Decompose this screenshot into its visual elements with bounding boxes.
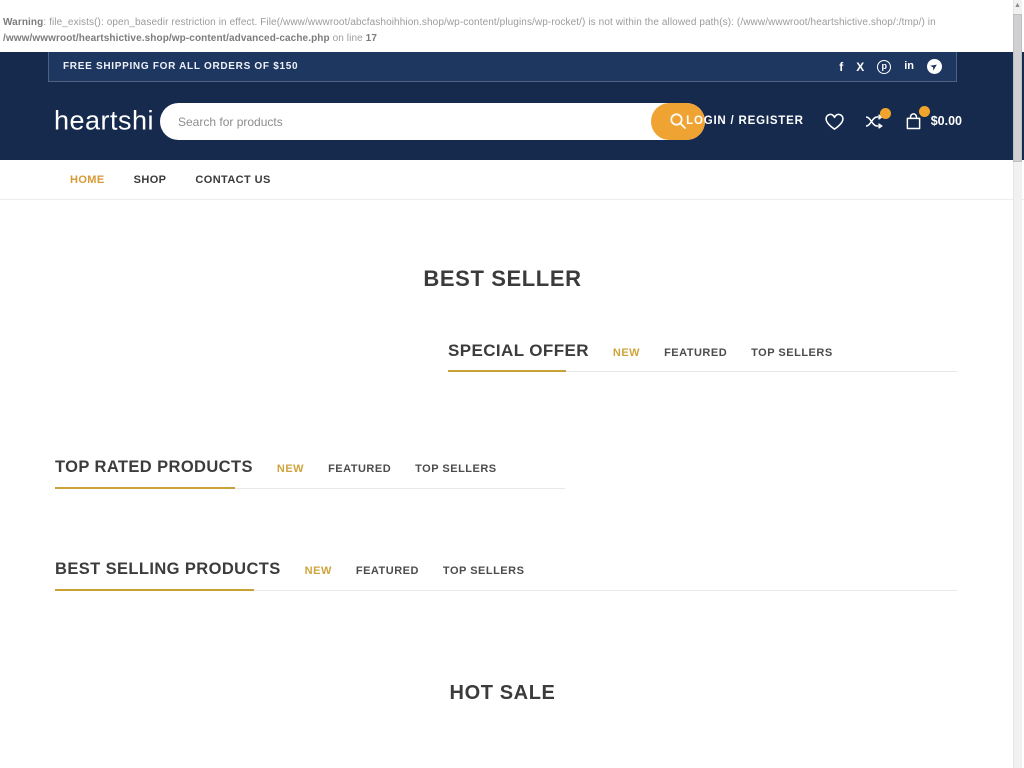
cart-button[interactable]: $0.00 — [904, 112, 962, 131]
top-rated-active-underline — [55, 487, 235, 489]
telegram-glyph: ➤ — [929, 61, 939, 71]
main-nav: HOME SHOP CONTACT US — [0, 160, 1024, 200]
cart-icon-wrap — [904, 112, 923, 131]
special-offer-section: SPECIAL OFFER NEW FEATURED TOP SELLERS — [448, 341, 957, 361]
free-shipping-message: FREE SHIPPING FOR ALL ORDERS OF $150 — [63, 61, 298, 72]
warning-label: Warning — [3, 17, 43, 28]
telegram-icon[interactable]: ➤ — [927, 59, 942, 74]
topbar-container: FREE SHIPPING FOR ALL ORDERS OF $150 f X… — [48, 52, 957, 82]
login-register-link[interactable]: LOGIN / REGISTER — [686, 115, 804, 127]
site-logo[interactable]: heartshi — [54, 106, 154, 137]
search-input[interactable] — [178, 103, 638, 140]
special-offer-title: SPECIAL OFFER — [448, 341, 589, 361]
search-bar — [160, 103, 705, 140]
best-selling-tab-featured[interactable]: FEATURED — [356, 565, 419, 577]
search-icon — [669, 112, 688, 131]
topbar: FREE SHIPPING FOR ALL ORDERS OF $150 f X… — [0, 52, 1024, 82]
best-seller-heading: BEST SELLER — [48, 266, 957, 292]
x-twitter-icon[interactable]: X — [856, 61, 864, 73]
wishlist-button[interactable] — [824, 112, 845, 131]
compare-button[interactable] — [865, 114, 884, 129]
cart-total: $0.00 — [931, 114, 962, 128]
heart-icon — [824, 112, 845, 131]
php-warning: Warning: file_exists(): open_basedir res… — [3, 15, 1005, 47]
top-rated-tab-new[interactable]: NEW — [277, 463, 304, 475]
scrollbar-up-arrow[interactable]: ▲ — [1013, 2, 1022, 9]
special-offer-tab-featured[interactable]: FEATURED — [664, 347, 727, 359]
top-rated-tab-top-sellers[interactable]: TOP SELLERS — [415, 463, 497, 475]
pinterest-icon[interactable]: p — [877, 60, 891, 74]
best-selling-active-underline — [55, 589, 254, 591]
special-offer-tab-top-sellers[interactable]: TOP SELLERS — [751, 347, 833, 359]
special-offer-active-underline — [448, 370, 566, 372]
facebook-icon[interactable]: f — [839, 61, 843, 73]
page: Warning: file_exists(): open_basedir res… — [0, 0, 1024, 768]
nav-item-home[interactable]: HOME — [70, 174, 105, 186]
best-selling-head: BEST SELLING PRODUCTS NEW FEATURED TOP S… — [55, 560, 957, 579]
header-actions: LOGIN / REGISTER — [686, 82, 962, 160]
social-links: f X p in ➤ — [839, 59, 942, 74]
top-rated-head: TOP RATED PRODUCTS NEW FEATURED TOP SELL… — [55, 458, 565, 477]
scrollbar-thumb[interactable] — [1013, 14, 1022, 162]
best-selling-tab-new[interactable]: NEW — [305, 565, 332, 577]
compare-count-badge — [880, 108, 891, 119]
special-offer-head: SPECIAL OFFER NEW FEATURED TOP SELLERS — [448, 341, 957, 361]
nav-item-shop[interactable]: SHOP — [134, 174, 167, 186]
top-rated-section: TOP RATED PRODUCTS NEW FEATURED TOP SELL… — [55, 458, 565, 477]
warning-file-path: /www/wwwroot/heartshictive.shop/wp-conte… — [3, 33, 330, 44]
nav-item-contact-us[interactable]: CONTACT US — [195, 174, 270, 186]
warning-message: : file_exists(): open_basedir restrictio… — [43, 17, 935, 28]
special-offer-tab-new[interactable]: NEW — [613, 347, 640, 359]
warning-suffix: on line — [330, 33, 366, 44]
best-selling-section: BEST SELLING PRODUCTS NEW FEATURED TOP S… — [55, 560, 957, 579]
hot-sale-heading: HOT SALE — [48, 682, 957, 705]
top-rated-tab-featured[interactable]: FEATURED — [328, 463, 391, 475]
top-rated-title: TOP RATED PRODUCTS — [55, 458, 253, 477]
best-selling-tab-top-sellers[interactable]: TOP SELLERS — [443, 565, 525, 577]
best-selling-title: BEST SELLING PRODUCTS — [55, 560, 281, 579]
site-header: heartshi LOGIN / REGISTER — [0, 82, 1024, 160]
linkedin-icon[interactable]: in — [904, 61, 914, 72]
cart-count-badge — [919, 106, 930, 117]
warning-line-number: 17 — [366, 33, 377, 44]
